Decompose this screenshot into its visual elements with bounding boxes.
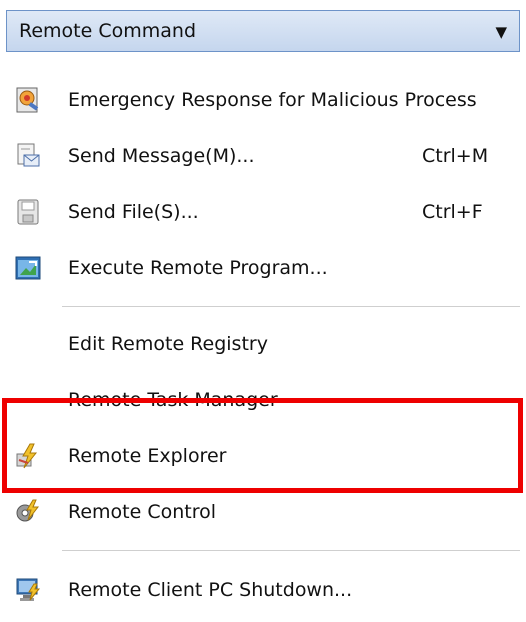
menu-item-remote-control[interactable]: Remote Control bbox=[6, 490, 520, 534]
menu-screenshot: Remote Command ▼ Emergency Response for … bbox=[0, 0, 526, 622]
chevron-down-icon[interactable]: ▼ bbox=[495, 23, 507, 41]
menu-item-execute-remote-program[interactable]: Execute Remote Program... bbox=[6, 246, 520, 290]
menu-item-edit-remote-registry[interactable]: Edit Remote Registry bbox=[6, 322, 520, 366]
menu-item-remote-client-pc-shutdown[interactable]: Remote Client PC Shutdown... bbox=[6, 568, 520, 612]
remote-control-icon bbox=[14, 498, 42, 526]
menu-title: Remote Command bbox=[19, 20, 197, 42]
menu-item-label: Emergency Response for Malicious Process bbox=[68, 89, 477, 111]
menu-item-label: Edit Remote Registry bbox=[68, 333, 268, 355]
menu-item-shortcut: Ctrl+F bbox=[422, 201, 483, 223]
menu-item-send-message[interactable]: Send Message(M)... Ctrl+M bbox=[6, 134, 520, 178]
send-file-icon bbox=[14, 198, 42, 226]
remote-explorer-icon bbox=[14, 442, 42, 470]
menu-item-remote-explorer[interactable]: Remote Explorer bbox=[6, 434, 520, 478]
menu-item-label: Remote Explorer bbox=[68, 445, 227, 467]
menu-item-label: Remote Client PC Shutdown... bbox=[68, 579, 353, 601]
send-message-icon bbox=[14, 142, 42, 170]
menu-separator bbox=[62, 306, 520, 307]
remote-command-menu: Emergency Response for Malicious Process… bbox=[6, 56, 520, 622]
menu-item-label: Remote Task Manager bbox=[68, 389, 278, 411]
menu-separator bbox=[62, 550, 520, 551]
menu-item-remote-task-manager[interactable]: Remote Task Manager bbox=[6, 378, 520, 422]
remote-command-menu-header[interactable]: Remote Command ▼ bbox=[6, 10, 520, 52]
menu-item-send-file[interactable]: Send File(S)... Ctrl+F bbox=[6, 190, 520, 234]
emergency-response-icon bbox=[14, 86, 42, 114]
menu-item-label: Send File(S)... bbox=[68, 201, 199, 223]
execute-program-icon bbox=[14, 254, 42, 282]
menu-item-label: Execute Remote Program... bbox=[68, 257, 328, 279]
menu-item-emergency-response[interactable]: Emergency Response for Malicious Process bbox=[6, 78, 520, 122]
shutdown-icon bbox=[14, 576, 42, 604]
menu-item-label: Remote Control bbox=[68, 501, 217, 523]
menu-item-shortcut: Ctrl+M bbox=[422, 145, 489, 167]
menu-item-label: Send Message(M)... bbox=[68, 145, 255, 167]
